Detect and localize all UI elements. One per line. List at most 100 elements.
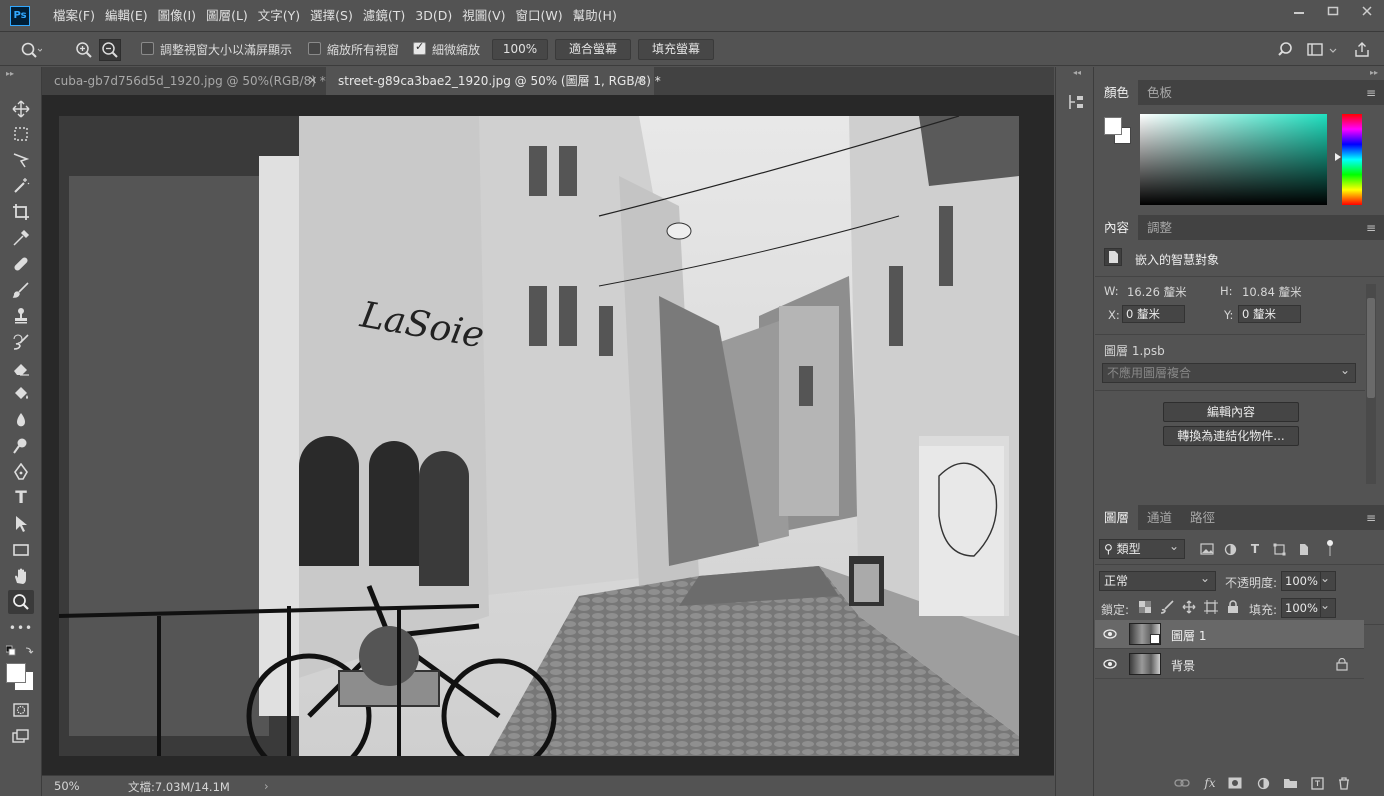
layer-filter-select[interactable]: ⚲ 類型 bbox=[1099, 537, 1185, 559]
document-image[interactable]: LaSoie bbox=[59, 116, 1019, 756]
zoom-out-button[interactable] bbox=[99, 39, 121, 61]
convert-to-linked-button[interactable]: 轉換為連結化物件... bbox=[1163, 426, 1299, 446]
filter-pixel-button[interactable] bbox=[1198, 540, 1216, 558]
healing-brush-tool[interactable] bbox=[8, 252, 34, 276]
crop-tool[interactable] bbox=[8, 200, 34, 224]
filter-type-button[interactable]: T bbox=[1246, 540, 1264, 558]
eye-icon[interactable] bbox=[1103, 657, 1117, 671]
delete-layer-button[interactable] bbox=[1335, 774, 1353, 792]
brush-tool[interactable] bbox=[8, 278, 34, 302]
stamp-tool[interactable] bbox=[8, 304, 34, 328]
lock-artboard-button[interactable] bbox=[1202, 598, 1220, 616]
foreground-color-swatch[interactable] bbox=[6, 663, 26, 683]
history-panel-button[interactable] bbox=[1067, 93, 1085, 114]
tab-color[interactable]: 顏色 bbox=[1095, 80, 1139, 105]
fill-screen-button[interactable]: 填充螢幕 bbox=[638, 39, 714, 60]
blur-tool[interactable] bbox=[8, 408, 34, 432]
menu-window[interactable]: 窗口(W) bbox=[511, 0, 568, 32]
eyedropper-tool[interactable] bbox=[8, 226, 34, 250]
new-group-button[interactable] bbox=[1281, 774, 1299, 792]
edit-contents-button[interactable]: 編輯內容 bbox=[1163, 402, 1299, 422]
x-input[interactable]: 0 釐米 bbox=[1122, 305, 1185, 323]
tab-swatches[interactable]: 色板 bbox=[1138, 80, 1181, 105]
add-mask-button[interactable] bbox=[1226, 774, 1244, 792]
magic-wand-tool[interactable] bbox=[8, 174, 34, 198]
menu-image[interactable]: 圖像(I) bbox=[153, 0, 201, 32]
tab-layers[interactable]: 圖層 bbox=[1095, 505, 1139, 530]
more-tools-button[interactable]: ••• bbox=[8, 616, 34, 640]
new-fill-layer-button[interactable] bbox=[1254, 774, 1272, 792]
eye-icon[interactable] bbox=[1103, 627, 1117, 641]
tab-paths[interactable]: 路徑 bbox=[1181, 505, 1224, 530]
dodge-tool[interactable] bbox=[8, 434, 34, 458]
layer-comp-select[interactable]: 不應用圖層複合 bbox=[1102, 361, 1356, 383]
height-value[interactable]: 10.84 釐米 bbox=[1242, 284, 1302, 300]
layer-row-1[interactable]: 圖層 1 bbox=[1095, 620, 1364, 649]
hue-slider-handle[interactable] bbox=[1335, 153, 1341, 161]
properties-scrollbar[interactable] bbox=[1366, 284, 1376, 484]
zoom-tool[interactable] bbox=[8, 590, 34, 614]
add-style-button[interactable]: fx bbox=[1201, 774, 1219, 792]
foreground-color-chip[interactable] bbox=[1104, 117, 1122, 135]
filter-shape-button[interactable] bbox=[1270, 540, 1288, 558]
menu-select[interactable]: 選擇(S) bbox=[305, 0, 358, 32]
blend-mode-select[interactable]: 正常 bbox=[1099, 569, 1216, 591]
tab-cuba[interactable]: cuba-gb7d756d5d_1920.jpg @ 50%(RGB/8) * … bbox=[42, 67, 326, 95]
opacity-dropdown[interactable] bbox=[1320, 569, 1336, 591]
path-selection-tool[interactable] bbox=[8, 512, 34, 536]
hue-slider[interactable] bbox=[1342, 114, 1362, 205]
scrollbar-thumb[interactable] bbox=[1367, 298, 1375, 398]
share-button[interactable] bbox=[1351, 39, 1373, 61]
filter-smart-object-button[interactable] bbox=[1294, 540, 1312, 558]
paint-bucket-tool[interactable] bbox=[8, 382, 34, 406]
lock-transparent-button[interactable] bbox=[1136, 598, 1154, 616]
menu-type[interactable]: 文字(Y) bbox=[253, 0, 305, 32]
default-colors-icon[interactable] bbox=[5, 645, 36, 657]
new-layer-button[interactable] bbox=[1308, 774, 1326, 792]
menu-file[interactable]: 檔案(F) bbox=[48, 0, 100, 32]
move-tool[interactable] bbox=[8, 97, 34, 121]
fill-input[interactable]: 100% bbox=[1281, 598, 1321, 618]
opacity-input[interactable]: 100% bbox=[1281, 571, 1321, 591]
zoom-level[interactable]: 50% bbox=[54, 779, 80, 793]
collapse-panels-icon[interactable]: ▸▸ bbox=[1370, 68, 1378, 77]
hand-tool[interactable] bbox=[8, 564, 34, 588]
close-icon[interactable]: ✕ bbox=[308, 67, 317, 95]
width-value[interactable]: 16.26 釐米 bbox=[1127, 284, 1187, 300]
menu-filter[interactable]: 濾鏡(T) bbox=[358, 0, 410, 32]
scrubby-zoom-checkbox[interactable] bbox=[413, 40, 426, 55]
panel-menu-icon[interactable]: ≡ bbox=[1366, 86, 1376, 100]
close-window-button[interactable] bbox=[1350, 0, 1384, 22]
zoom-all-checkbox[interactable] bbox=[308, 42, 321, 55]
zoom-in-button[interactable] bbox=[73, 39, 95, 61]
tab-street[interactable]: street-g89ca3bae2_1920.jpg @ 50% (圖層 1, … bbox=[326, 67, 661, 95]
expand-panels-icon[interactable]: ◂◂ bbox=[1073, 68, 1081, 77]
link-layers-button[interactable] bbox=[1173, 774, 1191, 792]
maximize-button[interactable] bbox=[1316, 0, 1350, 22]
menu-3d[interactable]: 3D(D) bbox=[410, 0, 457, 32]
fill-dropdown[interactable] bbox=[1320, 596, 1336, 618]
filter-toggle-switch[interactable] bbox=[1323, 540, 1337, 558]
filter-adjustment-button[interactable] bbox=[1221, 540, 1239, 558]
marquee-tool[interactable] bbox=[8, 122, 34, 146]
menu-edit[interactable]: 編輯(E) bbox=[100, 0, 153, 32]
panel-menu-icon[interactable]: ≡ bbox=[1366, 221, 1376, 235]
lock-pixels-button[interactable] bbox=[1158, 598, 1176, 616]
tab-properties[interactable]: 內容 bbox=[1095, 215, 1139, 240]
search-button[interactable] bbox=[1275, 39, 1297, 61]
tab-channels[interactable]: 通道 bbox=[1138, 505, 1181, 530]
eraser-tool[interactable] bbox=[8, 356, 34, 380]
fit-window-checkbox[interactable] bbox=[141, 42, 154, 55]
minimize-button[interactable] bbox=[1282, 0, 1316, 22]
collapse-toolbar-icon[interactable]: ▸▸ bbox=[6, 69, 14, 78]
layer-name[interactable]: 背景 bbox=[1171, 657, 1195, 674]
layer-name[interactable]: 圖層 1 bbox=[1171, 627, 1206, 644]
menu-view[interactable]: 視圖(V) bbox=[457, 0, 510, 32]
zoom-100-button[interactable]: 100% bbox=[492, 39, 548, 60]
y-input[interactable]: 0 釐米 bbox=[1238, 305, 1301, 323]
fit-screen-button[interactable]: 適合螢幕 bbox=[555, 39, 631, 60]
layer-row-background[interactable]: 背景 bbox=[1095, 650, 1364, 679]
close-icon[interactable]: ✕ bbox=[636, 67, 645, 95]
pen-tool[interactable] bbox=[8, 460, 34, 484]
tab-adjustments[interactable]: 調整 bbox=[1138, 215, 1181, 240]
